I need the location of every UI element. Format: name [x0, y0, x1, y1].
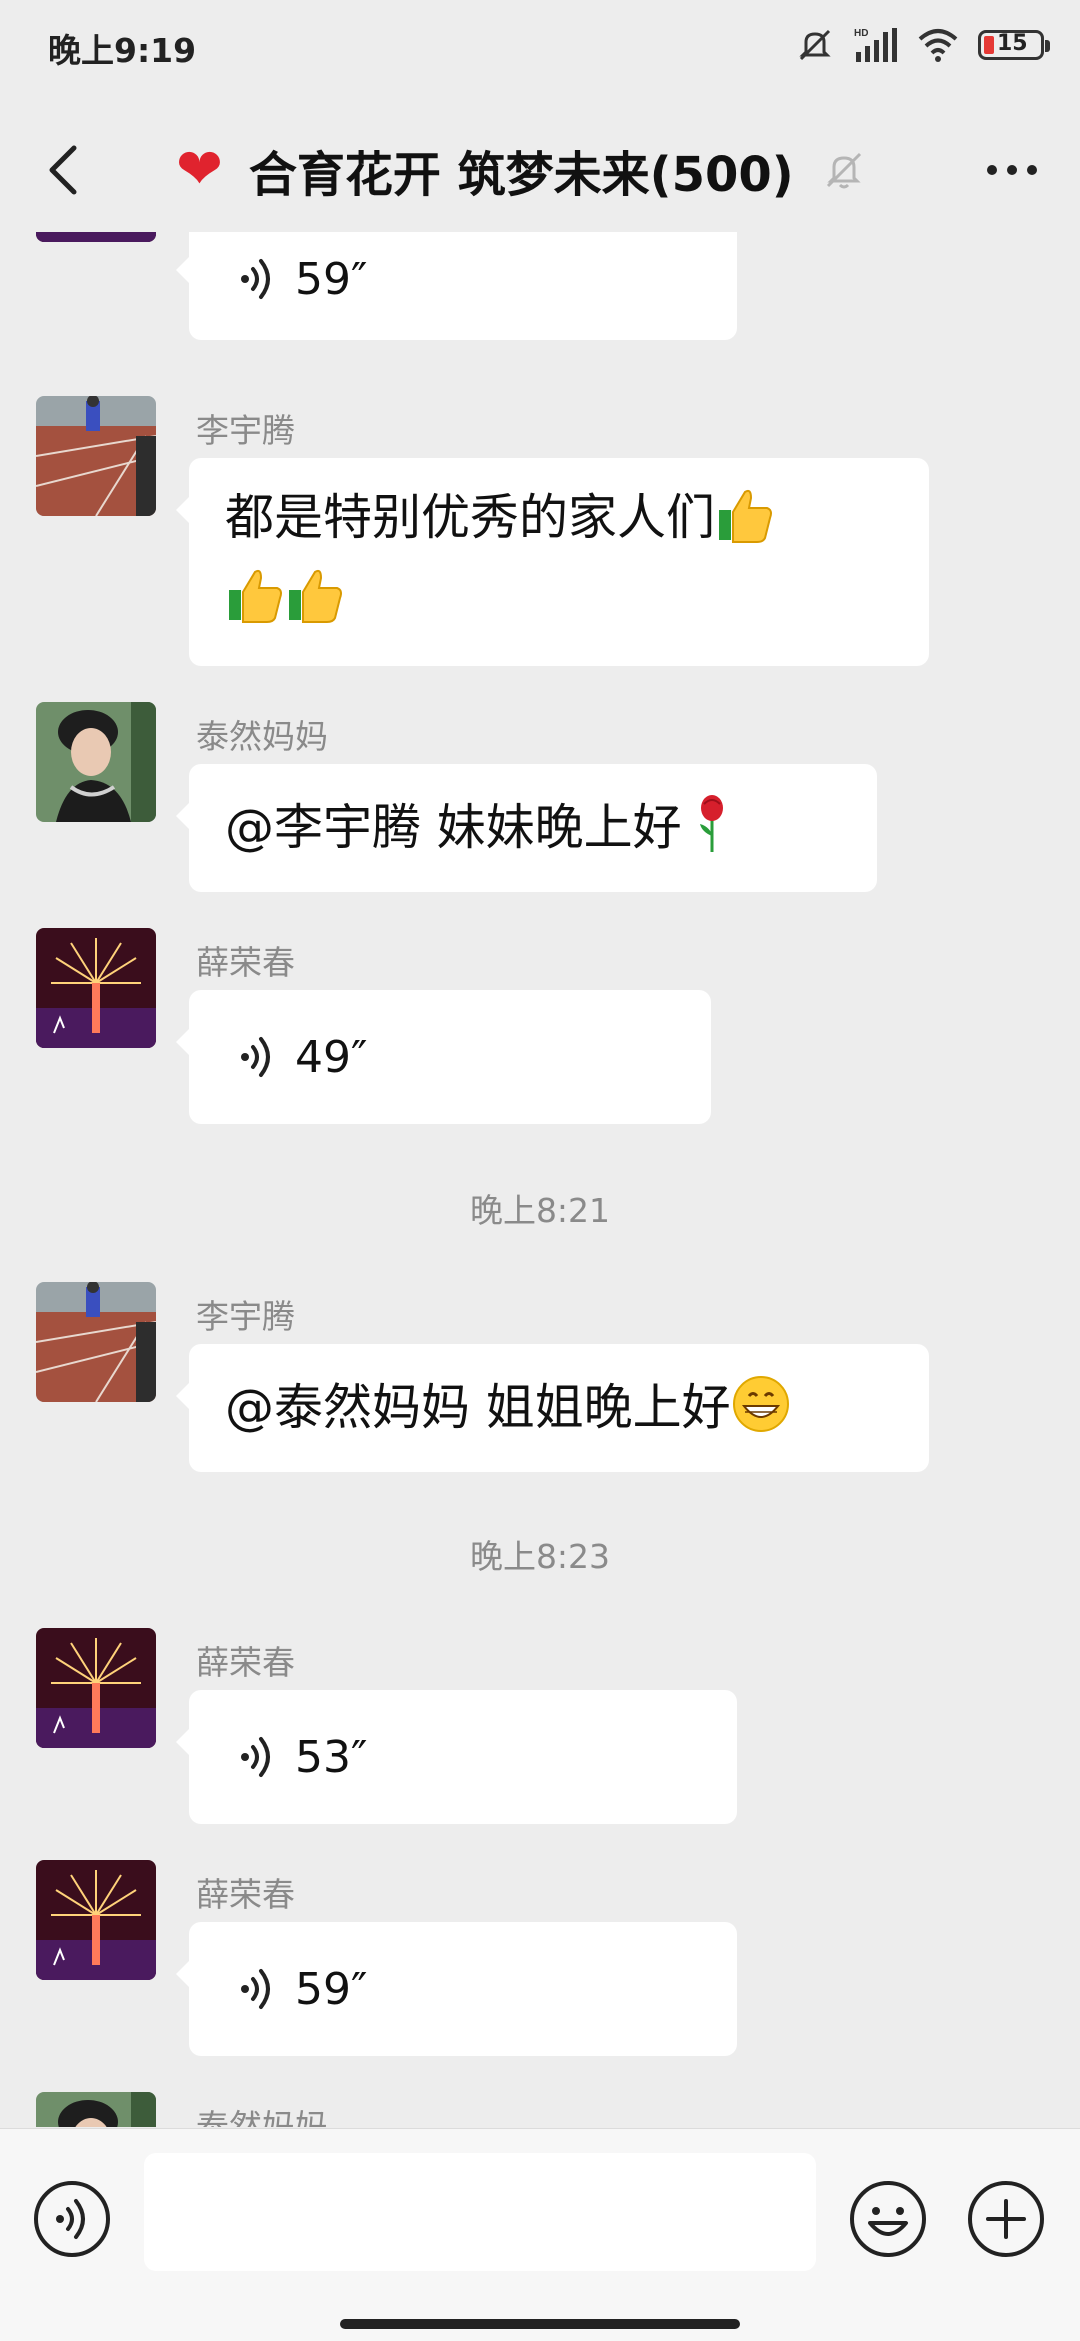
voice-message-bubble[interactable]: 59″	[176, 232, 737, 340]
status-bar: 晚上9:19 HD 15	[0, 0, 1080, 90]
voice-duration: 53″	[295, 1731, 368, 1783]
track-runner-avatar-image	[36, 396, 156, 516]
sender-name: 李宇腾	[196, 411, 295, 450]
fireworks-avatar-image	[36, 1628, 156, 1748]
woman-portrait-avatar-image	[36, 702, 156, 822]
back-chevron-icon[interactable]	[40, 140, 90, 200]
voice-wave-icon	[241, 1969, 270, 2009]
text-message-bubble[interactable]: 都是特别优秀的家人们	[176, 458, 929, 666]
avatar-runner[interactable]	[36, 396, 156, 516]
sender-name: 泰然妈妈	[196, 2107, 328, 2127]
message-text: 都是特别优秀的家人们	[225, 489, 716, 546]
voice-mode-icon[interactable]	[32, 2179, 112, 2259]
battery-icon: 15	[978, 30, 1050, 60]
timestamp-divider: 晚上8:23	[469, 1537, 611, 1576]
track-runner-avatar-image	[36, 1282, 156, 1402]
signal-icon: HD	[854, 28, 897, 62]
text-message-bubble[interactable]: @泰然妈妈 姐姐晚上好	[176, 1344, 929, 1472]
chat-title-text: 合育花开 筑梦未来(500)	[248, 147, 794, 203]
avatar-fireworks[interactable]	[36, 1860, 156, 1980]
chat-header: ❤ 合育花开 筑梦未来(500)	[0, 110, 1080, 230]
avatar-woman[interactable]	[36, 2092, 156, 2127]
chat-input-bar	[0, 2128, 1080, 2341]
voice-wave-icon	[241, 1737, 270, 1777]
sender-name: 薛荣春	[196, 1875, 295, 1914]
thumbs-up-icon	[229, 569, 282, 623]
woman-portrait-avatar-image	[36, 2092, 156, 2127]
chat-message-list[interactable]: 59″ 李宇腾 都是特别优秀的家人们 泰然妈妈 @李宇腾 妹妹晚上好 薛荣春 4…	[0, 232, 1080, 2127]
avatar-woman[interactable]	[36, 702, 156, 822]
home-indicator	[340, 2319, 740, 2329]
voice-wave-icon	[241, 1037, 270, 1077]
status-time: 晚上9:19	[48, 31, 197, 70]
text-message-bubble[interactable]: @李宇腾 妹妹晚上好	[176, 764, 877, 892]
avatar-fireworks[interactable]	[36, 232, 156, 242]
chat-title[interactable]: ❤ 合育花开 筑梦未来(500)	[176, 130, 866, 210]
sender-name: 李宇腾	[196, 1297, 295, 1336]
silent-mode-icon	[799, 29, 831, 61]
plus-icon[interactable]	[966, 2179, 1046, 2259]
avatar-runner[interactable]	[36, 1282, 156, 1402]
voice-duration: 59″	[295, 1963, 368, 2015]
avatar-fireworks[interactable]	[36, 1628, 156, 1748]
more-dots-icon[interactable]	[982, 150, 1042, 190]
fireworks-avatar-image	[36, 1860, 156, 1980]
avatar-fireworks[interactable]	[36, 928, 156, 1048]
voice-message-bubble[interactable]: 49″	[176, 990, 711, 1124]
message-text: @泰然妈妈 姐姐晚上好	[225, 1379, 731, 1436]
sender-name: 薛荣春	[196, 943, 295, 982]
emoji-icon[interactable]	[848, 2179, 928, 2259]
wifi-icon	[918, 29, 958, 62]
svg-text:HD: HD	[854, 28, 868, 39]
voice-wave-icon	[241, 259, 270, 299]
sender-name: 泰然妈妈	[196, 717, 328, 756]
voice-message-bubble[interactable]: 59″	[176, 1922, 737, 2056]
thumbs-up-icon	[289, 569, 342, 623]
voice-duration: 59″	[295, 253, 368, 305]
voice-duration: 49″	[295, 1031, 368, 1083]
fireworks-avatar-image	[36, 232, 156, 242]
grinning-face-icon	[732, 1376, 789, 1432]
bell-off-icon	[826, 152, 861, 189]
heart-icon: ❤	[176, 137, 223, 202]
rose-icon	[699, 795, 723, 852]
fireworks-avatar-image	[36, 928, 156, 1048]
timestamp-divider: 晚上8:21	[469, 1191, 611, 1230]
thumbs-up-icon	[719, 489, 772, 543]
message-text: @李宇腾 妹妹晚上好	[225, 799, 682, 856]
voice-message-bubble[interactable]: 53″	[176, 1690, 737, 1824]
message-input[interactable]	[144, 2153, 816, 2271]
sender-name: 薛荣春	[196, 1643, 295, 1682]
battery-level: 15	[997, 31, 1028, 56]
status-icons: HD 15	[796, 22, 1050, 68]
